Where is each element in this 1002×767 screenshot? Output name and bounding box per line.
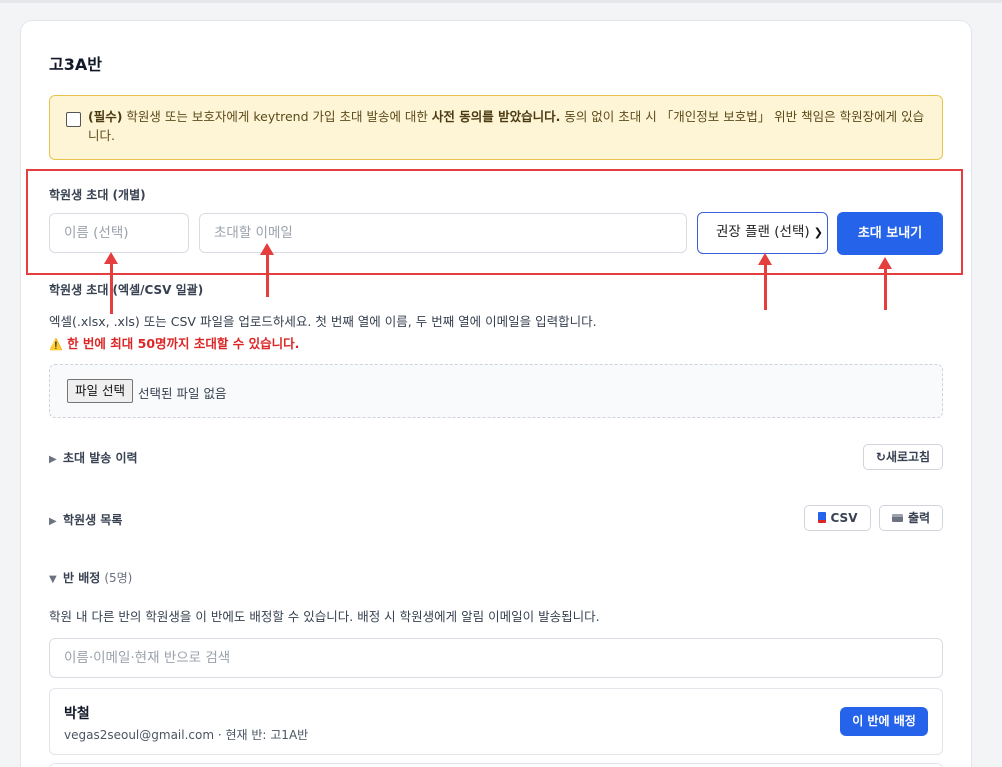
students-toggle[interactable]: ▶ 학원생 목록	[49, 511, 122, 528]
annotation-arrow-email	[260, 243, 274, 297]
consent-text-bold: 사전 동의를 받았습니다.	[431, 109, 561, 124]
refresh-icon: ↻	[875, 450, 886, 464]
class-assign-count: (5명)	[104, 571, 133, 585]
invite-bulk-label: 학원생 초대 (엑셀/CSV 일괄)	[49, 283, 204, 297]
top-divider	[0, 0, 1002, 3]
annotation-arrow-send	[878, 257, 892, 310]
consent-box: (필수) 학원생 또는 보호자에게 keytrend 가입 초대 발송에 대한 …	[49, 95, 943, 160]
file-dropzone[interactable]: 파일 선택 선택된 파일 없음	[49, 364, 943, 418]
consent-required-tag: (필수)	[88, 109, 123, 124]
student-name: 박철	[64, 706, 90, 722]
file-select-button[interactable]: 파일 선택	[67, 379, 133, 403]
student-list-item-partial	[49, 763, 943, 767]
file-status: 선택된 파일 없음	[138, 386, 227, 401]
invite-bulk-warning-text: 한 번에 최대 50명까지 초대할 수 있습니다.	[67, 336, 300, 351]
student-detail: vegas2seoul@gmail.com · 현재 반: 고1A반	[64, 728, 309, 742]
class-assign-description: 학원 내 다른 반의 학원생을 이 반에도 배정할 수 있습니다. 배정 시 학…	[49, 609, 600, 624]
refresh-button[interactable]: ↻새로고침	[863, 444, 943, 470]
csv-file-icon	[817, 512, 826, 523]
history-label: 초대 발송 이력	[63, 451, 138, 465]
csv-button[interactable]: CSV	[804, 505, 871, 531]
consent-checkbox[interactable]	[66, 112, 81, 127]
page-title: 고3A반	[49, 55, 102, 74]
invite-bulk-description: 엑셀(.xlsx, .xls) 또는 CSV 파일을 업로드하세요. 첫 번째 …	[49, 314, 597, 329]
csv-label: CSV	[830, 511, 858, 525]
print-button[interactable]: 출력	[879, 505, 943, 531]
class-card: 고3A반 (필수) 학원생 또는 보호자에게 keytrend 가입 초대 발송…	[20, 20, 972, 767]
annotation-arrow-plan	[758, 253, 772, 310]
class-assign-label: 반 배정	[63, 571, 101, 585]
warning-icon: ⚠️	[49, 338, 63, 351]
class-assign-search-input[interactable]: 이름·이메일·현재 반으로 검색	[49, 638, 943, 678]
student-list-item: 박철 vegas2seoul@gmail.com · 현재 반: 고1A반 이 …	[49, 688, 943, 755]
annotation-arrow-name	[104, 252, 118, 314]
caret-right-icon: ▶	[49, 516, 57, 527]
annotation-highlight-box	[26, 169, 963, 275]
print-label: 출력	[907, 511, 931, 525]
students-label: 학원생 목록	[63, 513, 123, 527]
invite-bulk-warning: ⚠️ 한 번에 최대 50명까지 초대할 수 있습니다.	[49, 333, 299, 352]
history-toggle[interactable]: ▶ 초대 발송 이력	[49, 449, 138, 466]
caret-down-icon: ▼	[49, 574, 57, 585]
caret-right-icon: ▶	[49, 454, 57, 465]
class-assign-toggle[interactable]: ▼ 반 배정 (5명)	[49, 569, 132, 586]
printer-icon	[891, 514, 903, 522]
consent-text-a: 학원생 또는 보호자에게 keytrend 가입 초대 발송에 대한	[122, 109, 432, 124]
refresh-label: 새로고침	[885, 450, 931, 464]
assign-to-class-button[interactable]: 이 반에 배정	[840, 707, 928, 736]
consent-text: (필수) 학원생 또는 보호자에게 keytrend 가입 초대 발송에 대한 …	[88, 107, 934, 145]
